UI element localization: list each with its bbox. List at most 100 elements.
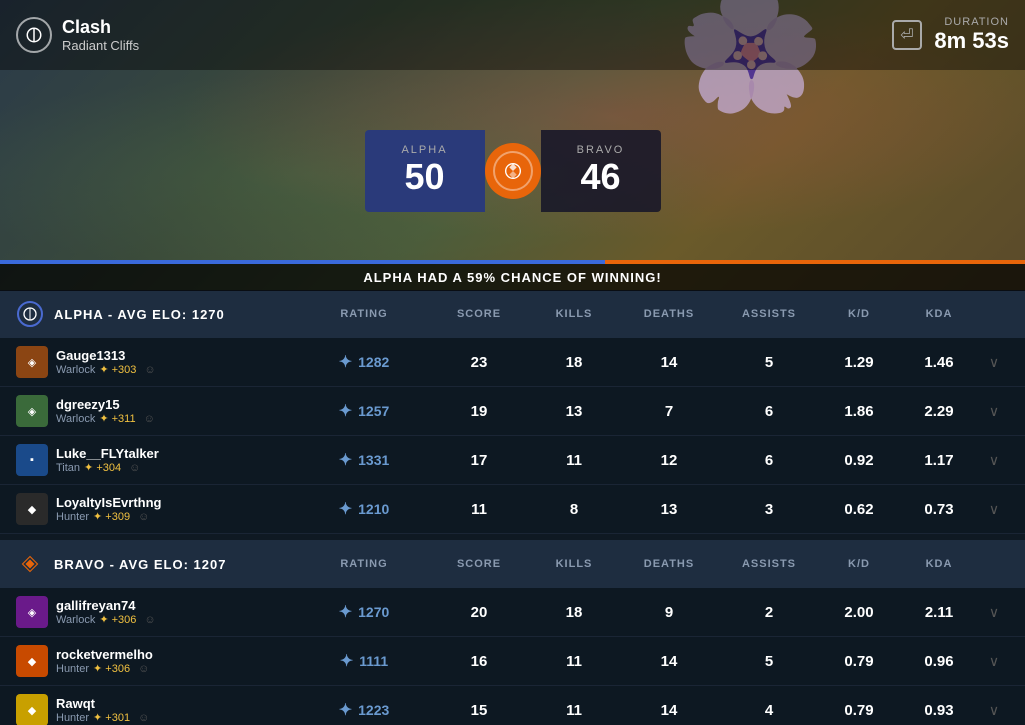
duration-label: DURATION — [934, 16, 1009, 28]
rating-icon: ✦ — [339, 602, 352, 622]
player-kd: 1.86 — [819, 403, 899, 420]
player-details: Luke__FLYtalker Titan ✦ +304 ☺ — [56, 446, 159, 474]
bravo-label: BRAVO — [569, 144, 633, 156]
expand-button[interactable]: ∨ — [979, 452, 1009, 469]
player-row[interactable]: ◆ rocketvermelho Hunter ✦ +306 ☺ ✦ 1111 … — [0, 637, 1025, 686]
player-deaths: 7 — [619, 403, 719, 420]
alpha-players-list: ◈ Gauge1313 Warlock ✦ +303 ☺ ✦ 1282 23 1… — [0, 338, 1025, 534]
alpha-team-icon — [16, 300, 44, 328]
player-rating: ✦ 1210 — [299, 499, 429, 519]
col-header-assists: ASSISTS — [719, 308, 819, 320]
player-kda: 1.17 — [899, 452, 979, 469]
alpha-col-headers: RATING SCORE KILLS DEATHS ASSISTS K/D KD… — [299, 308, 1009, 320]
bravo-col-header-assists: ASSISTS — [719, 558, 819, 570]
player-info: ◆ LoyaltyIsEvrthng Hunter ✦ +309 ☺ — [16, 493, 299, 525]
win-chance-section: ALPHA HAD A 59% CHANCE OF WINNING! — [0, 260, 1025, 291]
rating-icon: ✦ — [340, 651, 353, 671]
col-header-kda: KDA — [899, 308, 979, 320]
bravo-team-name: BRAVO - AVG ELO: 1207 — [54, 557, 299, 572]
player-rating: ✦ 1331 — [299, 450, 429, 470]
header: Clash Radiant Cliffs ⏎ DURATION 8m 53s — [0, 0, 1025, 70]
player-details: rocketvermelho Hunter ✦ +306 ☺ — [56, 647, 153, 675]
player-deaths: 12 — [619, 452, 719, 469]
report-icon[interactable]: ☺ — [138, 663, 149, 675]
player-score: 16 — [429, 653, 529, 670]
bravo-score: 46 — [569, 156, 633, 198]
player-class: Warlock ✦ +306 ☺ — [56, 613, 156, 626]
rating-value: 1257 — [358, 403, 389, 419]
score-panel: ALPHA 50 BRAVO 46 — [365, 130, 661, 212]
bravo-col-header-kills: KILLS — [529, 558, 619, 570]
report-icon[interactable]: ☺ — [144, 364, 155, 376]
main-content: ALPHA - AVG ELO: 1270 RATING SCORE KILLS… — [0, 290, 1025, 725]
player-rating: ✦ 1223 — [299, 700, 429, 720]
expand-button[interactable]: ∨ — [979, 354, 1009, 371]
player-kills: 18 — [529, 354, 619, 371]
expand-button[interactable]: ∨ — [979, 501, 1009, 518]
player-class: Warlock ✦ +311 ☺ — [56, 412, 155, 425]
player-class: Warlock ✦ +303 ☺ — [56, 363, 156, 376]
expand-button[interactable]: ∨ — [979, 653, 1009, 670]
report-icon[interactable]: ☺ — [138, 511, 149, 523]
bravo-col-header-rating: RATING — [299, 558, 429, 570]
player-row[interactable]: ◈ dgreezy15 Warlock ✦ +311 ☺ ✦ 1257 19 1… — [0, 387, 1025, 436]
elo-gain: ✦ +311 — [99, 412, 135, 425]
player-class: Hunter ✦ +306 ☺ — [56, 662, 153, 675]
player-name: Rawqt — [56, 696, 149, 711]
rating-value: 1210 — [358, 501, 389, 517]
player-deaths: 14 — [619, 653, 719, 670]
rating-value: 1270 — [358, 604, 389, 620]
player-kda: 2.29 — [899, 403, 979, 420]
player-kd: 0.92 — [819, 452, 899, 469]
player-info: ◈ gallifreyan74 Warlock ✦ +306 ☺ — [16, 596, 299, 628]
player-score: 20 — [429, 604, 529, 621]
clash-mode-icon — [16, 17, 52, 53]
report-icon[interactable]: ☺ — [129, 462, 140, 474]
bravo-col-header-score: SCORE — [429, 558, 529, 570]
bravo-col-header-deaths: DEATHS — [619, 558, 719, 570]
report-icon[interactable]: ☺ — [138, 712, 149, 724]
col-header-rating: RATING — [299, 308, 429, 320]
rating-value: 1111 — [359, 653, 388, 669]
player-class: Hunter ✦ +301 ☺ — [56, 711, 149, 724]
player-details: dgreezy15 Warlock ✦ +311 ☺ — [56, 397, 155, 425]
player-row[interactable]: ▪ Luke__FLYtalker Titan ✦ +304 ☺ ✦ 1331 … — [0, 436, 1025, 485]
player-row[interactable]: ◈ Gauge1313 Warlock ✦ +303 ☺ ✦ 1282 23 1… — [0, 338, 1025, 387]
col-header-score: SCORE — [429, 308, 529, 320]
rating-icon: ✦ — [339, 352, 352, 372]
bravo-col-headers: RATING SCORE KILLS DEATHS ASSISTS K/D KD… — [299, 558, 1009, 570]
player-kd: 0.79 — [819, 653, 899, 670]
player-row[interactable]: ◈ gallifreyan74 Warlock ✦ +306 ☺ ✦ 1270 … — [0, 588, 1025, 637]
report-icon[interactable]: ☺ — [144, 614, 155, 626]
duration-icon: ⏎ — [892, 20, 922, 50]
player-info: ◈ dgreezy15 Warlock ✦ +311 ☺ — [16, 395, 299, 427]
expand-button[interactable]: ∨ — [979, 403, 1009, 420]
player-name: dgreezy15 — [56, 397, 155, 412]
elo-gain: ✦ +304 — [84, 461, 121, 474]
player-kd: 0.62 — [819, 501, 899, 518]
vs-icon-inner — [493, 151, 533, 191]
player-kda: 1.46 — [899, 354, 979, 371]
rating-value: 1331 — [358, 452, 389, 468]
expand-button[interactable]: ∨ — [979, 604, 1009, 621]
player-info: ◈ Gauge1313 Warlock ✦ +303 ☺ — [16, 346, 299, 378]
bravo-team-icon — [16, 550, 44, 578]
elo-gain: ✦ +301 — [93, 711, 130, 724]
vs-icon — [485, 143, 541, 199]
player-score: 11 — [429, 501, 529, 518]
player-assists: 6 — [719, 452, 819, 469]
class-name: Hunter — [56, 712, 89, 724]
report-icon[interactable]: ☺ — [144, 413, 155, 425]
col-header-deaths: DEATHS — [619, 308, 719, 320]
player-name: rocketvermelho — [56, 647, 153, 662]
player-row[interactable]: ◆ Rawqt Hunter ✦ +301 ☺ ✦ 1223 15 11 14 … — [0, 686, 1025, 725]
player-class: Hunter ✦ +309 ☺ — [56, 510, 161, 523]
player-assists: 5 — [719, 354, 819, 371]
header-right: ⏎ DURATION 8m 53s — [892, 16, 1009, 54]
player-details: gallifreyan74 Warlock ✦ +306 ☺ — [56, 598, 156, 626]
player-row[interactable]: ◆ LoyaltyIsEvrthng Hunter ✦ +309 ☺ ✦ 121… — [0, 485, 1025, 534]
expand-button[interactable]: ∨ — [979, 702, 1009, 719]
player-info: ◆ rocketvermelho Hunter ✦ +306 ☺ — [16, 645, 299, 677]
bravo-col-header-kd: K/D — [819, 558, 899, 570]
map-name: Radiant Cliffs — [62, 38, 139, 53]
